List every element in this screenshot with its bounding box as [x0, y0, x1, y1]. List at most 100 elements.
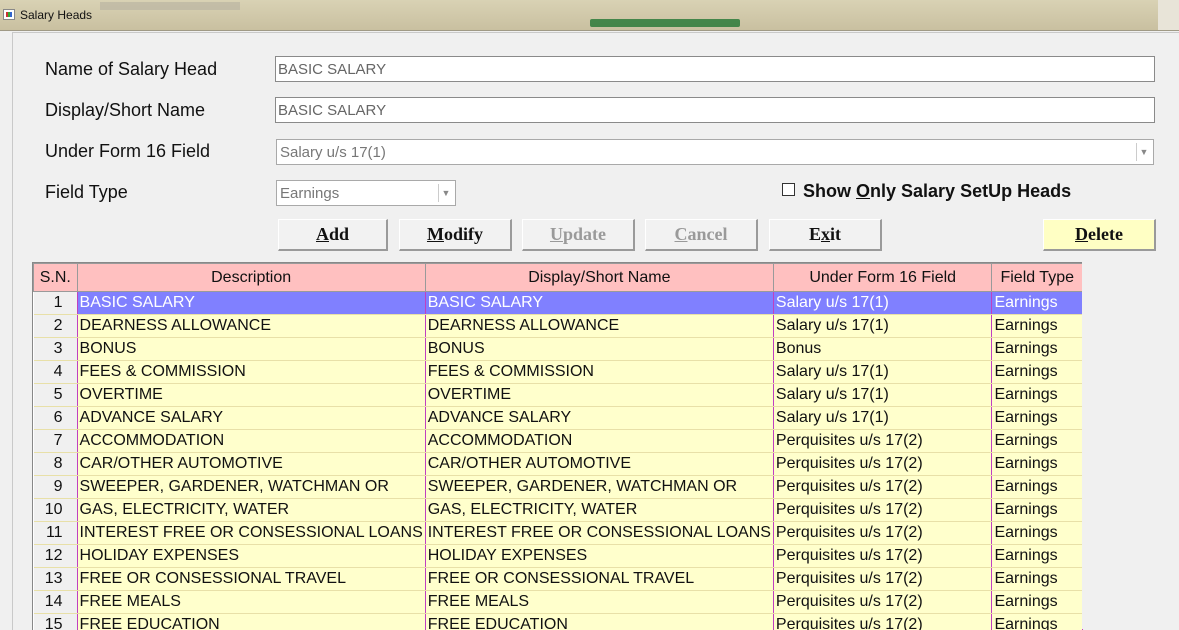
cell-description[interactable]: FREE MEALS	[77, 591, 425, 614]
form16-select[interactable]: Salary u/s 17(1) ▼	[276, 139, 1154, 165]
cell-field-type[interactable]: Earnings	[992, 591, 1083, 614]
cell-sn[interactable]: 10	[34, 499, 78, 522]
cell-sn[interactable]: 11	[34, 522, 78, 545]
cell-sn[interactable]: 4	[34, 361, 78, 384]
cell-display-name[interactable]: FREE EDUCATION	[425, 614, 773, 630]
add-button[interactable]: Add	[278, 219, 388, 251]
table-row[interactable]: 5OVERTIMEOVERTIMESalary u/s 17(1)Earning…	[34, 384, 1083, 407]
cell-description[interactable]: FREE OR CONSESSIONAL TRAVEL	[77, 568, 425, 591]
cell-display-name[interactable]: FREE OR CONSESSIONAL TRAVEL	[425, 568, 773, 591]
table-row[interactable]: 8CAR/OTHER AUTOMOTIVECAR/OTHER AUTOMOTIV…	[34, 453, 1083, 476]
cell-field-type[interactable]: Earnings	[992, 407, 1083, 430]
chevron-down-icon[interactable]: ▼	[1136, 143, 1151, 161]
cell-field-type[interactable]: Earnings	[992, 338, 1083, 361]
cell-field-type[interactable]: Earnings	[992, 430, 1083, 453]
cell-description[interactable]: SWEEPER, GARDENER, WATCHMAN OR	[77, 476, 425, 499]
cell-display-name[interactable]: ACCOMMODATION	[425, 430, 773, 453]
cell-field-type[interactable]: Earnings	[992, 315, 1083, 338]
cell-sn[interactable]: 14	[34, 591, 78, 614]
cell-sn[interactable]: 5	[34, 384, 78, 407]
column-header-display-name[interactable]: Display/Short Name	[425, 264, 773, 292]
cell-description[interactable]: OVERTIME	[77, 384, 425, 407]
cell-display-name[interactable]: FEES & COMMISSION	[425, 361, 773, 384]
table-row[interactable]: 7ACCOMMODATIONACCOMMODATIONPerquisites u…	[34, 430, 1083, 453]
cell-display-name[interactable]: BASIC SALARY	[425, 292, 773, 315]
cell-display-name[interactable]: OVERTIME	[425, 384, 773, 407]
cell-description[interactable]: INTEREST FREE OR CONSESSIONAL LOANS	[77, 522, 425, 545]
cell-field-type[interactable]: Earnings	[992, 384, 1083, 407]
cell-description[interactable]: ACCOMMODATION	[77, 430, 425, 453]
cell-display-name[interactable]: FREE MEALS	[425, 591, 773, 614]
cell-display-name[interactable]: HOLIDAY EXPENSES	[425, 545, 773, 568]
cell-sn[interactable]: 7	[34, 430, 78, 453]
cell-sn[interactable]: 1	[34, 292, 78, 315]
cell-description[interactable]: HOLIDAY EXPENSES	[77, 545, 425, 568]
column-header-sn[interactable]: S.N.	[34, 264, 78, 292]
cell-form16-field[interactable]: Salary u/s 17(1)	[773, 292, 992, 315]
table-row[interactable]: 3BONUSBONUSBonusEarnings	[34, 338, 1083, 361]
cell-field-type[interactable]: Earnings	[992, 545, 1083, 568]
table-row[interactable]: 10GAS, ELECTRICITY, WATERGAS, ELECTRICIT…	[34, 499, 1083, 522]
table-row[interactable]: 12HOLIDAY EXPENSESHOLIDAY EXPENSESPerqui…	[34, 545, 1083, 568]
cell-description[interactable]: GAS, ELECTRICITY, WATER	[77, 499, 425, 522]
column-header-field-type[interactable]: Field Type	[992, 264, 1083, 292]
cell-sn[interactable]: 13	[34, 568, 78, 591]
salary-heads-grid[interactable]: S.N. Description Display/Short Name Unde…	[32, 262, 1083, 630]
cell-field-type[interactable]: Earnings	[992, 568, 1083, 591]
table-row[interactable]: 15FREE EDUCATIONFREE EDUCATIONPerquisite…	[34, 614, 1083, 630]
cell-field-type[interactable]: Earnings	[992, 614, 1083, 630]
cell-sn[interactable]: 15	[34, 614, 78, 630]
table-row[interactable]: 14FREE MEALSFREE MEALSPerquisites u/s 17…	[34, 591, 1083, 614]
cell-description[interactable]: CAR/OTHER AUTOMOTIVE	[77, 453, 425, 476]
cell-display-name[interactable]: GAS, ELECTRICITY, WATER	[425, 499, 773, 522]
table-row[interactable]: 9SWEEPER, GARDENER, WATCHMAN ORSWEEPER, …	[34, 476, 1083, 499]
table-row[interactable]: 13FREE OR CONSESSIONAL TRAVELFREE OR CON…	[34, 568, 1083, 591]
cell-form16-field[interactable]: Salary u/s 17(1)	[773, 361, 992, 384]
cell-form16-field[interactable]: Perquisites u/s 17(2)	[773, 591, 992, 614]
cell-form16-field[interactable]: Perquisites u/s 17(2)	[773, 614, 992, 630]
cell-description[interactable]: DEARNESS ALLOWANCE	[77, 315, 425, 338]
cell-form16-field[interactable]: Perquisites u/s 17(2)	[773, 453, 992, 476]
cell-form16-field[interactable]: Perquisites u/s 17(2)	[773, 476, 992, 499]
cell-form16-field[interactable]: Perquisites u/s 17(2)	[773, 522, 992, 545]
exit-button[interactable]: Exit	[769, 219, 882, 251]
delete-button[interactable]: Delete	[1043, 219, 1156, 251]
cell-field-type[interactable]: Earnings	[992, 361, 1083, 384]
cell-sn[interactable]: 3	[34, 338, 78, 361]
chevron-down-icon[interactable]: ▼	[438, 184, 453, 202]
cancel-button[interactable]: Cancel	[645, 219, 758, 251]
cell-form16-field[interactable]: Perquisites u/s 17(2)	[773, 568, 992, 591]
cell-display-name[interactable]: DEARNESS ALLOWANCE	[425, 315, 773, 338]
cell-field-type[interactable]: Earnings	[992, 522, 1083, 545]
cell-field-type[interactable]: Earnings	[992, 292, 1083, 315]
cell-field-type[interactable]: Earnings	[992, 476, 1083, 499]
update-button[interactable]: Update	[522, 219, 635, 251]
cell-sn[interactable]: 12	[34, 545, 78, 568]
cell-field-type[interactable]: Earnings	[992, 453, 1083, 476]
cell-display-name[interactable]: BONUS	[425, 338, 773, 361]
cell-field-type[interactable]: Earnings	[992, 499, 1083, 522]
column-header-form16-field[interactable]: Under Form 16 Field	[773, 264, 992, 292]
cell-form16-field[interactable]: Bonus	[773, 338, 992, 361]
modify-button[interactable]: Modify	[399, 219, 512, 251]
table-row[interactable]: 2DEARNESS ALLOWANCEDEARNESS ALLOWANCESal…	[34, 315, 1083, 338]
show-only-setup-heads-checkbox[interactable]: Show Only Salary SetUp Heads	[782, 181, 1071, 202]
cell-form16-field[interactable]: Perquisites u/s 17(2)	[773, 499, 992, 522]
cell-sn[interactable]: 2	[34, 315, 78, 338]
checkbox-box[interactable]	[782, 183, 795, 196]
column-header-description[interactable]: Description	[77, 264, 425, 292]
cell-display-name[interactable]: CAR/OTHER AUTOMOTIVE	[425, 453, 773, 476]
cell-description[interactable]: ADVANCE SALARY	[77, 407, 425, 430]
cell-form16-field[interactable]: Salary u/s 17(1)	[773, 407, 992, 430]
cell-display-name[interactable]: INTEREST FREE OR CONSESSIONAL LOANS	[425, 522, 773, 545]
display-name-input[interactable]	[275, 97, 1155, 123]
table-row[interactable]: 6ADVANCE SALARYADVANCE SALARYSalary u/s …	[34, 407, 1083, 430]
cell-sn[interactable]: 6	[34, 407, 78, 430]
cell-sn[interactable]: 8	[34, 453, 78, 476]
field-type-select[interactable]: Earnings ▼	[276, 180, 456, 206]
cell-form16-field[interactable]: Salary u/s 17(1)	[773, 384, 992, 407]
cell-display-name[interactable]: ADVANCE SALARY	[425, 407, 773, 430]
table-row[interactable]: 11INTEREST FREE OR CONSESSIONAL LOANSINT…	[34, 522, 1083, 545]
cell-description[interactable]: BONUS	[77, 338, 425, 361]
cell-description[interactable]: BASIC SALARY	[77, 292, 425, 315]
